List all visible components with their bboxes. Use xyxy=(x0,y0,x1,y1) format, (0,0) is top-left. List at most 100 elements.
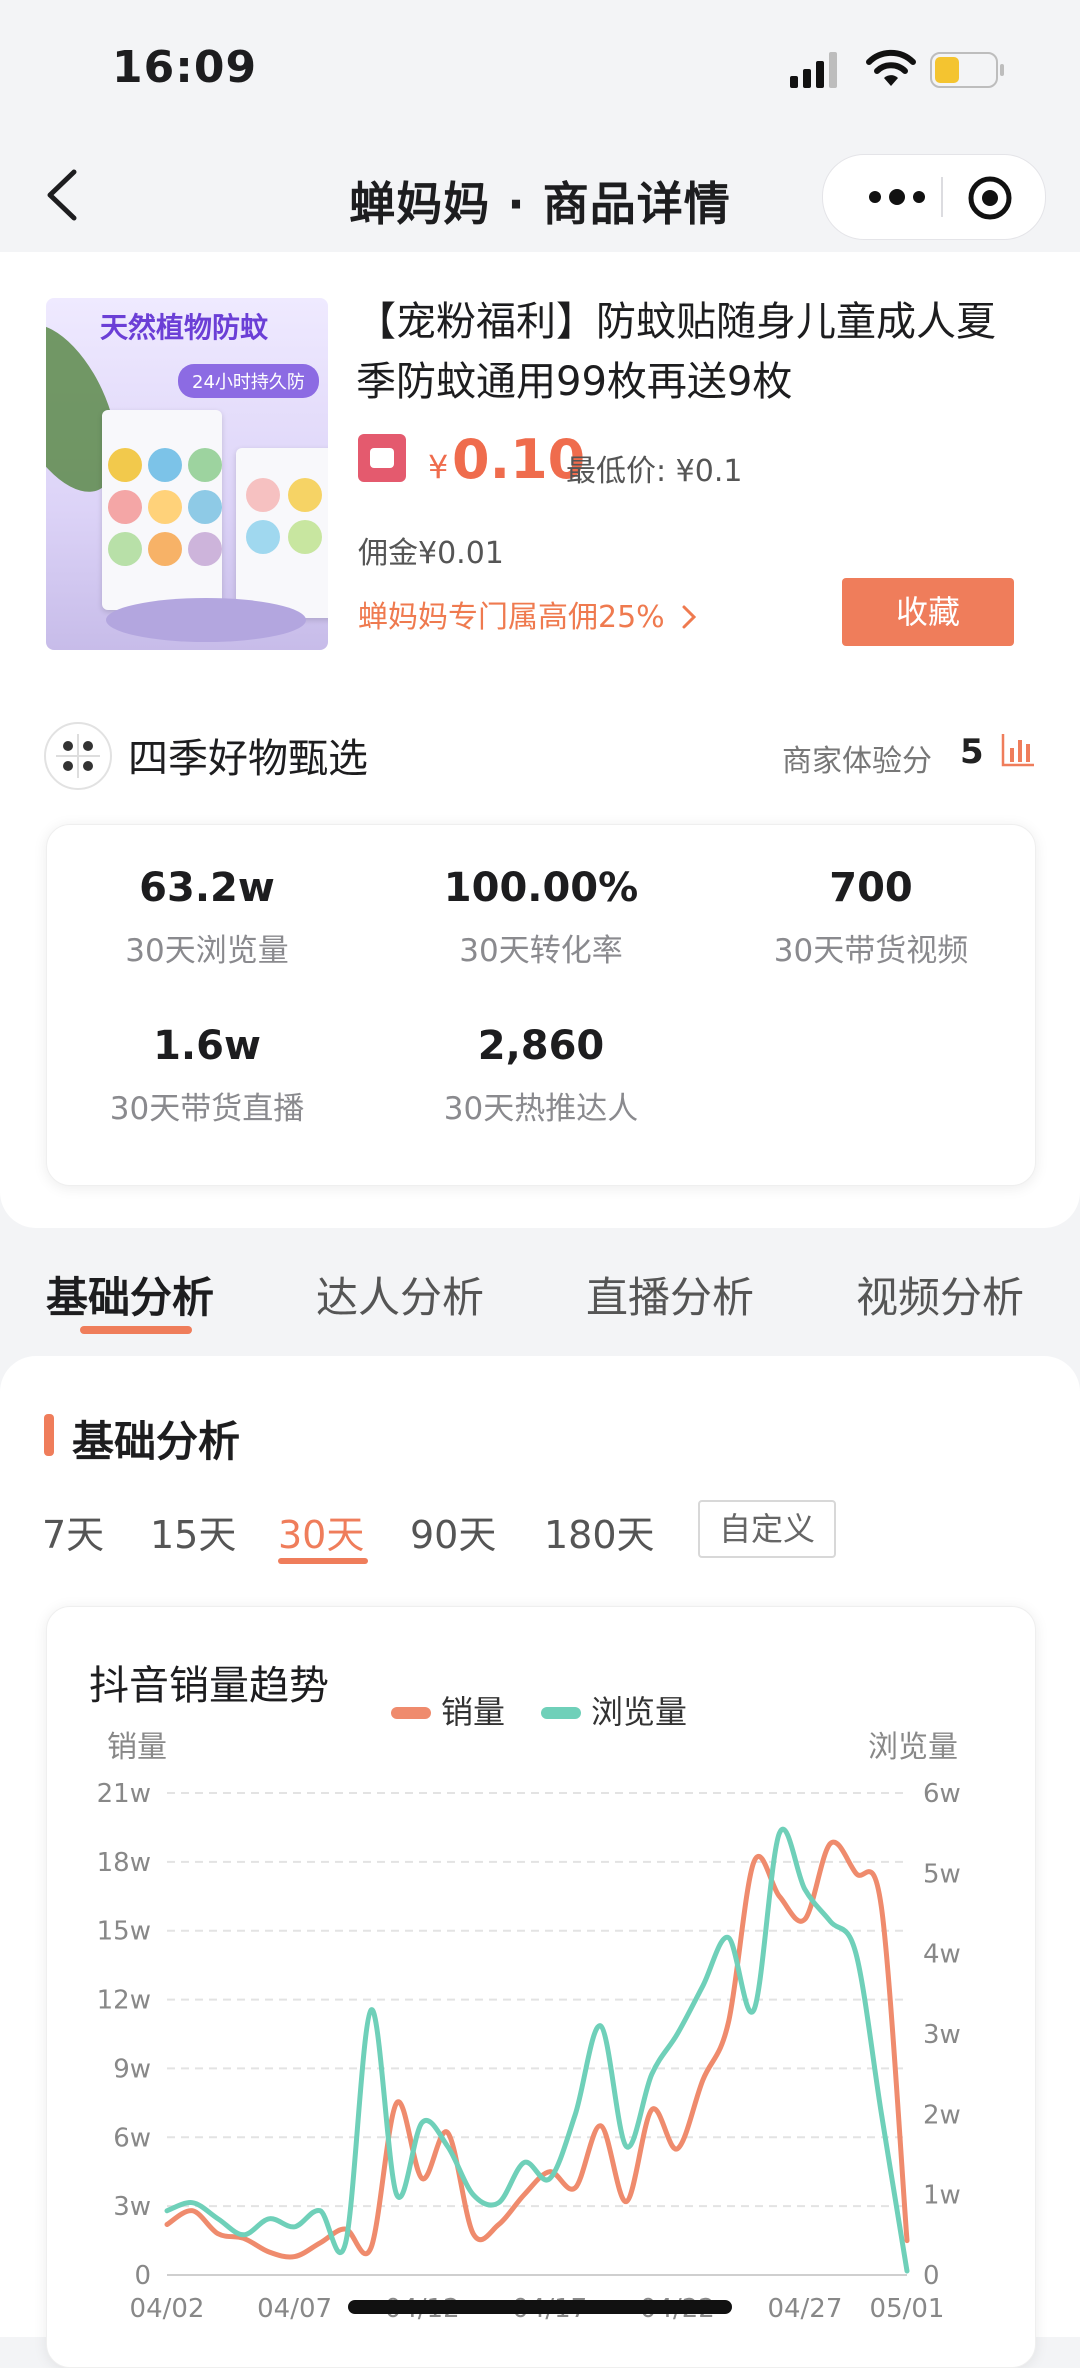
product-card: 天然植物防蚊 24小时持久防 【宠粉福利】防蚊贴随身儿童成人夏季防蚊通用99枚再… xyxy=(0,252,1080,1228)
sticker xyxy=(108,448,142,482)
signal-icon xyxy=(790,52,837,88)
shop-name: 四季好物甄选 xyxy=(128,736,368,782)
shop-row[interactable]: 四季好物甄选 商家体验分 5 xyxy=(0,712,1080,792)
y-right-tick-label: 2w xyxy=(923,2100,961,2130)
active-tab-indicator xyxy=(80,1326,192,1334)
more-icon[interactable] xyxy=(857,179,937,215)
stat-value: 100.00% xyxy=(443,865,639,911)
y-right-tick-label: 1w xyxy=(923,2181,961,2211)
tab-video-analysis[interactable]: 视频分析 xyxy=(856,1264,1024,1325)
battery-icon xyxy=(930,52,1004,88)
y-right-tick-label: 0 xyxy=(923,2261,940,2291)
sticker xyxy=(188,448,222,482)
sticker xyxy=(288,478,322,512)
analysis-tabs: 基础分析 达人分析 直播分析 视频分析 xyxy=(0,1240,1080,1350)
legend-label-sales: 销量 xyxy=(441,1693,505,1731)
sticker xyxy=(246,520,280,554)
stat-item: 100.00% 30天转化率 xyxy=(381,865,701,970)
y-left-tick-label: 3w xyxy=(113,2192,151,2222)
stat-label: 30天带货视频 xyxy=(773,933,969,969)
stat-label: 30天浏览量 xyxy=(125,933,289,969)
pedestal xyxy=(106,598,306,642)
legend-swatch-sales xyxy=(391,1707,431,1719)
x-tick-label: 04/02 xyxy=(130,2294,205,2324)
shop-score: 5 xyxy=(960,732,984,772)
promo-link[interactable]: 蝉妈妈专门属高佣25% xyxy=(358,592,700,636)
y-right-tick-label: 6w xyxy=(923,1779,961,1809)
section-marker xyxy=(44,1414,54,1456)
y-left-tick-label: 21w xyxy=(97,1779,151,1809)
range-30d[interactable]: 30天 xyxy=(278,1504,364,1559)
product-image-subtitle: 24小时持久防 xyxy=(178,364,319,398)
sticker xyxy=(288,520,322,554)
shop-score-label: 商家体验分 xyxy=(782,744,932,779)
wifi-icon xyxy=(866,49,916,86)
sticker xyxy=(148,448,182,482)
y-axis-left-title: 销量 xyxy=(107,1730,167,1765)
y-left-tick-label: 6w xyxy=(113,2123,151,2153)
x-tick-label: 04/27 xyxy=(767,2294,842,2324)
product-image-title: 天然植物防蚊 xyxy=(100,311,269,344)
sticker xyxy=(188,532,222,566)
legend-swatch-views xyxy=(541,1707,581,1719)
range-15d[interactable]: 15天 xyxy=(150,1504,236,1559)
chevron-right-icon xyxy=(682,605,697,629)
mini-program-capsule xyxy=(822,154,1046,240)
stats-box: 63.2w 30天浏览量 100.00% 30天转化率 700 30天带货视频 … xyxy=(46,824,1036,1186)
price-tag-icon xyxy=(358,434,406,482)
y-left-tick-label: 9w xyxy=(113,2054,151,2084)
y-right-tick-label: 3w xyxy=(923,2020,961,2050)
sticker xyxy=(188,490,222,524)
commission: 佣金¥0.01 xyxy=(358,536,504,571)
x-tick-label: 04/07 xyxy=(257,2294,332,2324)
y-right-tick-label: 4w xyxy=(923,1940,961,1970)
custom-range-button[interactable]: 自定义 xyxy=(698,1500,836,1558)
y-left-tick-label: 15w xyxy=(97,1917,151,1947)
stat-item: 700 30天带货视频 xyxy=(711,865,1031,970)
stat-value: 63.2w xyxy=(139,865,275,911)
home-indicator xyxy=(348,2300,732,2314)
series-line-views xyxy=(164,1827,910,2274)
y-axis-right-title: 浏览量 xyxy=(868,1730,958,1765)
series-line-sales xyxy=(164,1839,910,2260)
x-tick-label: 05/01 xyxy=(870,2294,945,2324)
section-title: 基础分析 xyxy=(72,1417,241,1466)
stat-value: 2,860 xyxy=(477,1023,605,1069)
range-180d[interactable]: 180天 xyxy=(544,1504,655,1559)
stat-label: 30天热推达人 xyxy=(443,1091,639,1127)
y-left-tick-label: 0 xyxy=(134,2261,151,2291)
range-90d[interactable]: 90天 xyxy=(410,1504,496,1559)
capsule-divider xyxy=(941,177,943,217)
status-time: 16:09 xyxy=(112,42,258,93)
close-miniprogram-icon[interactable] xyxy=(967,175,1013,221)
lowest-price: 最低价: ¥0.1 xyxy=(566,454,743,489)
collect-button[interactable]: 收藏 xyxy=(842,578,1014,646)
stat-item: 2,860 30天热推达人 xyxy=(381,1023,701,1128)
sticker xyxy=(108,532,142,566)
stat-value: 700 xyxy=(829,865,913,911)
product-title: 【宠粉福利】防蚊贴随身儿童成人夏季防蚊通用99枚再送9枚 xyxy=(356,299,996,405)
legend-label-views: 浏览量 xyxy=(591,1693,687,1731)
price-currency: ¥ xyxy=(428,448,449,486)
sticker xyxy=(148,532,182,566)
sales-trend-chart: 销量 浏览量销量 浏览量03w6w9w12w15w18w21w01w2w3w4w5w… xyxy=(97,1693,961,2324)
stat-item: 63.2w 30天浏览量 xyxy=(47,865,367,970)
y-right-tick-label: 5w xyxy=(923,1859,961,1889)
sticker xyxy=(246,478,280,512)
active-range-indicator xyxy=(278,1558,368,1564)
stat-item: 1.6w 30天带货直播 xyxy=(47,1023,367,1128)
range-7d[interactable]: 7天 xyxy=(42,1504,104,1559)
y-left-tick-label: 12w xyxy=(97,1986,151,2016)
tab-live-analysis[interactable]: 直播分析 xyxy=(586,1264,754,1325)
shop-logo xyxy=(44,722,112,790)
analysis-panel: 基础分析 7天 15天 30天 90天 180天 自定义 抖音销量趋势 销量 浏览… xyxy=(0,1356,1080,2368)
tab-influencer-analysis[interactable]: 达人分析 xyxy=(316,1264,484,1325)
promo-text: 蝉妈妈专门属高佣25% xyxy=(358,600,665,635)
product-image[interactable]: 天然植物防蚊 24小时持久防 xyxy=(46,298,328,650)
status-bar: 16:09 xyxy=(0,0,1080,140)
nav-bar: 蝉妈妈 · 商品详情 xyxy=(0,140,1080,252)
bar-chart-icon[interactable] xyxy=(1000,732,1036,768)
stat-label: 30天带货直播 xyxy=(109,1091,305,1127)
sticker xyxy=(148,490,182,524)
tab-basic-analysis[interactable]: 基础分析 xyxy=(46,1264,214,1325)
